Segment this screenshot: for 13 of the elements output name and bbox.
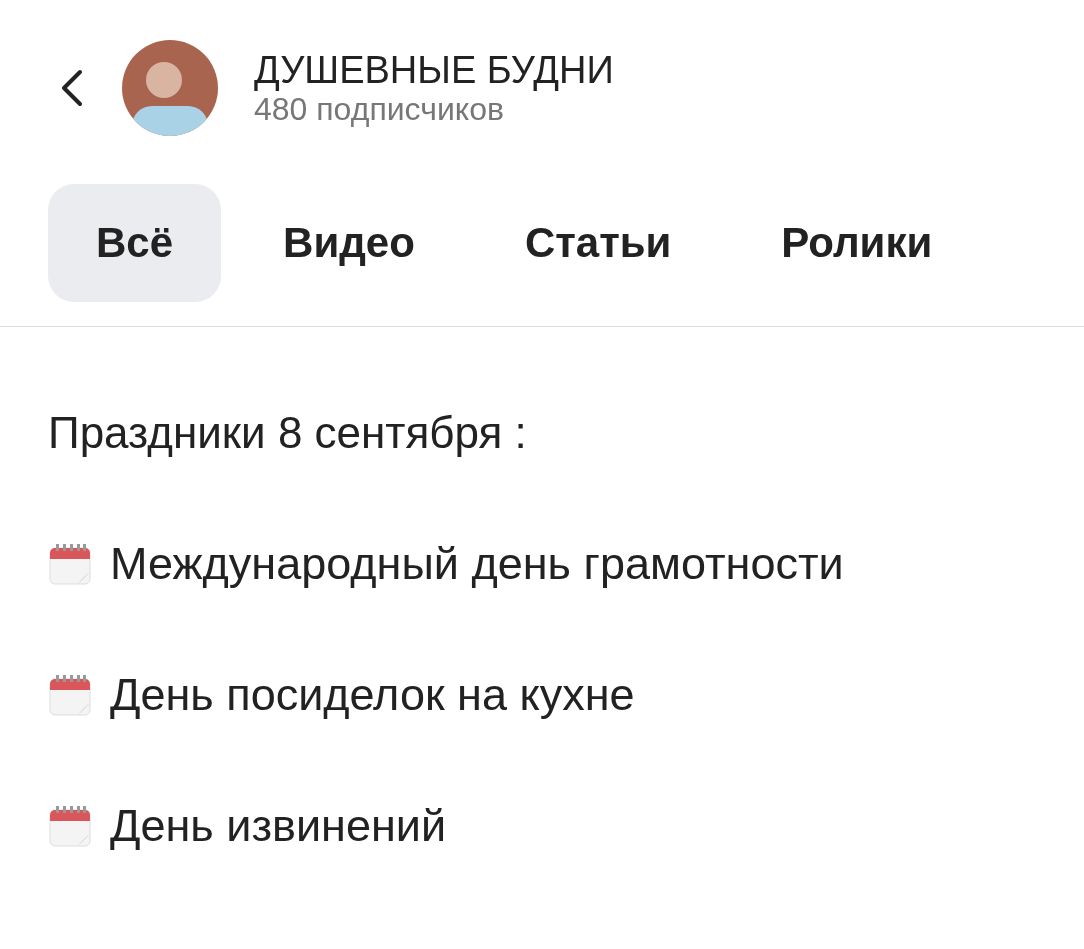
- tab[interactable]: Всё: [48, 184, 222, 302]
- tab[interactable]: Статьи: [476, 184, 720, 302]
- tab[interactable]: Ролики: [733, 184, 981, 302]
- calendar-icon: [48, 672, 92, 717]
- calendar-icon: [48, 803, 92, 848]
- post-heading: Праздники 8 сентября :: [48, 407, 528, 459]
- calendar-icon: [48, 541, 92, 586]
- subscriber-count: 480 подписчиков: [254, 91, 505, 127]
- holiday-text: Международный день грамотности: [110, 537, 844, 590]
- holiday-text: День посиделок на кухне: [110, 668, 635, 721]
- channel-name: ДУШЕВНЫЕ БУДНИ: [254, 49, 614, 91]
- tab[interactable]: Видео: [235, 184, 463, 302]
- holiday-text: День извинений: [110, 799, 447, 852]
